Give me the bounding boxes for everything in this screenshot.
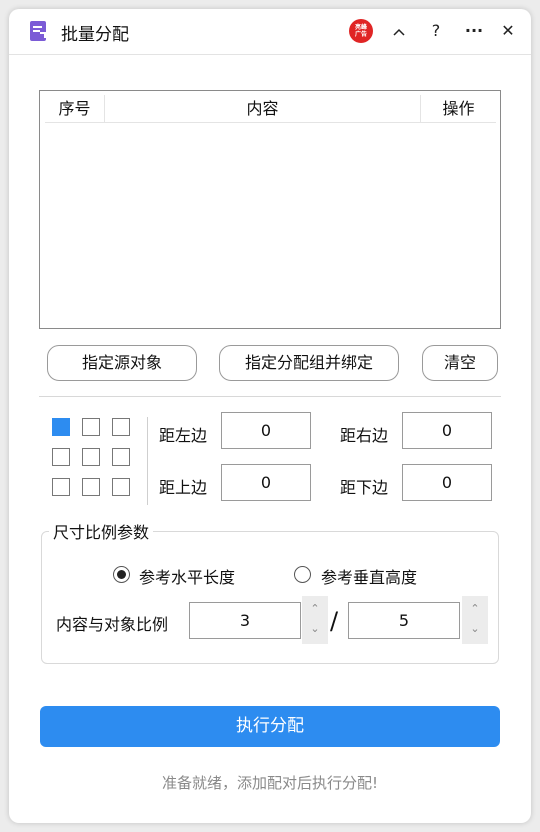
radio-horizontal-label[interactable]: 参考水平长度 xyxy=(139,564,235,588)
anchor-middle-center[interactable] xyxy=(82,448,100,466)
batch-assign-window: 批量分配 亮峰 广告 ? ··· ✕ 序号 内容 操作 指定源对象 指定分配组并绑… xyxy=(9,9,531,823)
denominator-input[interactable]: 5 xyxy=(348,602,460,639)
anchor-bottom-right[interactable] xyxy=(112,478,130,496)
status-text: 准备就绪，添加配对后执行分配! xyxy=(161,774,378,792)
radio-horizontal[interactable] xyxy=(113,566,130,583)
set-source-button[interactable]: 指定源对象 xyxy=(47,345,197,381)
close-button[interactable]: ✕ xyxy=(495,18,521,44)
ratio-group xyxy=(41,531,499,664)
column-header-seq[interactable]: 序号 xyxy=(45,95,105,122)
more-button[interactable]: ··· xyxy=(461,18,487,44)
bottom-margin-input[interactable]: 0 xyxy=(402,464,492,501)
set-group-button[interactable]: 指定分配组并绑定 xyxy=(219,345,399,381)
right-margin-input[interactable]: 0 xyxy=(402,412,492,449)
app-icon xyxy=(30,21,46,41)
column-header-operation[interactable]: 操作 xyxy=(421,95,496,122)
brand-badge[interactable]: 亮峰 广告 xyxy=(349,19,373,43)
spin-down-icon[interactable]: ⌄ xyxy=(302,622,328,635)
anchor-bottom-center[interactable] xyxy=(82,478,100,496)
denominator-spinner[interactable]: ⌃ ⌄ xyxy=(462,596,488,644)
column-header-content[interactable]: 内容 xyxy=(105,95,421,122)
numerator-input[interactable]: 3 xyxy=(189,602,301,639)
top-margin-input[interactable]: 0 xyxy=(221,464,311,501)
help-button[interactable]: ? xyxy=(423,18,449,44)
anchor-top-left[interactable] xyxy=(52,418,70,436)
radio-vertical-label[interactable]: 参考垂直高度 xyxy=(321,564,417,588)
spin-up-icon[interactable]: ⌃ xyxy=(462,602,488,615)
chevron-up-icon xyxy=(393,28,405,36)
ratio-group-title: 尺寸比例参数 xyxy=(49,519,154,543)
radio-vertical[interactable] xyxy=(294,566,311,583)
anchor-middle-left[interactable] xyxy=(52,448,70,466)
right-margin-label: 距右边 xyxy=(340,426,389,445)
anchor-top-center[interactable] xyxy=(82,418,100,436)
window-title: 批量分配 xyxy=(61,25,129,45)
anchor-top-right[interactable] xyxy=(112,418,130,436)
title-bar: 批量分配 亮峰 广告 ? ··· ✕ xyxy=(9,9,531,55)
pairing-table[interactable]: 序号 内容 操作 xyxy=(39,90,501,329)
left-margin-input[interactable]: 0 xyxy=(221,412,311,449)
bottom-margin-label: 距下边 xyxy=(340,478,389,497)
top-margin-label: 距上边 xyxy=(159,478,208,497)
numerator-spinner[interactable]: ⌃ ⌄ xyxy=(302,596,328,644)
spin-up-icon[interactable]: ⌃ xyxy=(302,602,328,615)
execute-button[interactable]: 执行分配 xyxy=(40,706,500,747)
spin-down-icon[interactable]: ⌄ xyxy=(462,622,488,635)
vertical-separator xyxy=(147,417,148,505)
left-margin-label: 距左边 xyxy=(159,426,208,445)
clear-button[interactable]: 清空 xyxy=(422,345,498,381)
anchor-middle-right[interactable] xyxy=(112,448,130,466)
divider xyxy=(39,396,501,397)
ratio-separator: / xyxy=(330,607,339,635)
table-header: 序号 内容 操作 xyxy=(45,95,496,123)
anchor-bottom-left[interactable] xyxy=(52,478,70,496)
collapse-button[interactable] xyxy=(386,18,412,44)
ratio-label: 内容与对象比例 xyxy=(56,615,169,634)
